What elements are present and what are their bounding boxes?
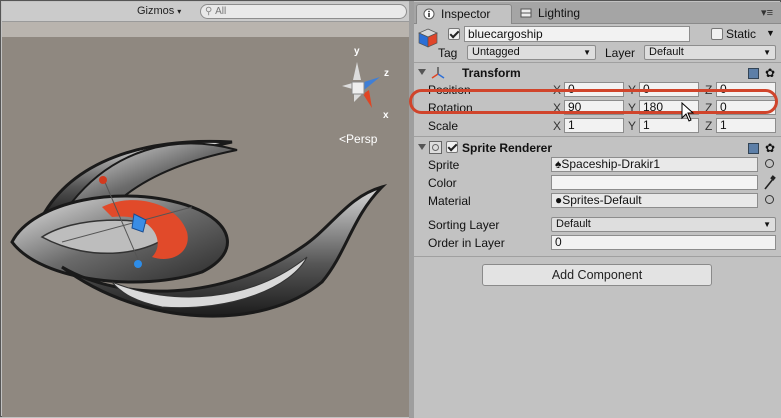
sprite-value: Spaceship-Drakir1 — [561, 157, 661, 171]
persp-toggle[interactable]: <Persp — [339, 132, 377, 146]
help-book-icon[interactable] — [747, 142, 759, 154]
object-active-checkbox[interactable] — [448, 28, 460, 40]
add-component-button[interactable]: Add Component — [482, 264, 712, 286]
scale-row: Scale X 1 Y 1 Z 1 — [414, 117, 781, 135]
tab-lighting[interactable]: Lighting — [514, 4, 594, 24]
gizmo-handle-red — [99, 176, 107, 184]
editor-window: y z x <Persp Gizmos▾ ⚲ Inspector Lightin… — [0, 0, 781, 418]
object-picker-icon[interactable] — [765, 195, 774, 204]
gizmo-handle-blue — [134, 260, 142, 268]
component-tools: ✿ — [747, 66, 775, 80]
sorting-layer-label: Sorting Layer — [428, 218, 500, 232]
sprite-object-field[interactable]: ♠Spaceship-Drakir1 — [551, 157, 758, 172]
component-separator — [414, 256, 781, 257]
axis-z-label: z — [384, 68, 389, 79]
gizmos-dropdown[interactable]: Gizmos ▾ — [137, 5, 181, 19]
order-in-layer-field[interactable]: 0 — [551, 235, 776, 250]
color-label: Color — [428, 176, 457, 190]
tab-lighting-label: Lighting — [538, 6, 581, 20]
transform-title: Transform — [462, 66, 521, 80]
material-row: Material ●Sprites-Default — [414, 192, 781, 210]
object-header: bluecargoship Static ▼ Tag Untagged ▼ Lay… — [414, 24, 781, 63]
tab-inspector-label: Inspector — [441, 7, 491, 21]
component-separator — [414, 136, 781, 137]
gear-icon[interactable]: ✿ — [765, 141, 775, 155]
help-book-icon[interactable] — [747, 67, 759, 79]
component-tools: ✿ — [747, 141, 775, 155]
rotation-highlight-annotation — [409, 89, 778, 114]
chevron-down-icon: ▼ — [583, 48, 591, 57]
tag-dropdown[interactable]: Untagged ▼ — [467, 45, 596, 60]
axis-y-label: y — [354, 46, 360, 57]
sprite-label: Sprite — [428, 158, 460, 172]
color-row: Color — [414, 174, 781, 192]
sorting-layer-value: Default — [556, 218, 591, 230]
object-picker-icon[interactable] — [765, 159, 774, 168]
sprite-row: Sprite ♠Spaceship-Drakir1 — [414, 156, 781, 174]
static-dropdown-arrow[interactable]: ▼ — [766, 28, 775, 38]
info-icon — [423, 8, 435, 20]
order-in-layer-label: Order in Layer — [428, 236, 505, 250]
sorting-layer-row: Sorting Layer Default ▼ — [414, 216, 781, 234]
scene-search-field[interactable]: ⚲ — [200, 4, 407, 19]
material-label: Material — [428, 194, 471, 208]
tab-inspector[interactable]: Inspector — [416, 4, 512, 24]
y-axis-label: Y — [628, 119, 637, 133]
inspector-panel: Inspector Lighting ▾≡ bluecargoship Stat… — [409, 2, 781, 417]
fold-arrow-icon[interactable] — [418, 144, 426, 150]
scene-toolbar: Gizmos ▾ ⚲ — [2, 2, 409, 22]
eyedropper-icon[interactable] — [763, 175, 776, 190]
material-object-field[interactable]: ●Sprites-Default — [551, 193, 758, 208]
order-in-layer-row: Order in Layer 0 — [414, 234, 781, 252]
panel-menu-icon[interactable]: ▾≡ — [761, 6, 773, 19]
sprite-renderer-header[interactable]: Sprite Renderer ✿ — [414, 139, 781, 157]
color-swatch[interactable] — [551, 175, 758, 190]
gear-icon[interactable]: ✿ — [765, 66, 775, 80]
transform-header[interactable]: Transform ✿ — [414, 64, 781, 82]
sprite-renderer-enabled-checkbox[interactable] — [446, 141, 458, 153]
tag-label: Tag — [438, 46, 458, 60]
scene-canvas[interactable] — [2, 2, 409, 417]
scale-z-field[interactable]: 1 — [716, 118, 776, 133]
fold-arrow-icon[interactable] — [418, 69, 426, 75]
search-icon: ⚲ — [205, 6, 213, 17]
gizmos-label: Gizmos — [137, 5, 175, 17]
z-axis-label: Z — [705, 119, 713, 133]
mouse-cursor-icon — [681, 102, 695, 122]
chevron-down-icon: ▼ — [763, 48, 771, 57]
material-value: Sprites-Default — [562, 193, 642, 207]
layer-value: Default — [649, 46, 684, 58]
scale-x-field[interactable]: 1 — [564, 118, 624, 133]
layer-label: Layer — [605, 46, 636, 60]
object-name-field[interactable]: bluecargoship — [464, 26, 690, 42]
sprite-renderer-icon — [429, 141, 442, 154]
static-checkbox[interactable] — [711, 28, 723, 40]
transform-axes-icon — [431, 67, 445, 79]
layer-dropdown[interactable]: Default ▼ — [644, 45, 776, 60]
static-label: Static — [726, 27, 757, 41]
tag-value: Untagged — [472, 46, 520, 58]
chevron-down-icon: ▾ — [177, 7, 182, 16]
x-axis-label: X — [553, 119, 562, 133]
chevron-down-icon: ▼ — [763, 220, 771, 229]
axis-x-label: x — [383, 110, 389, 121]
scene-toolbar-shadow — [2, 22, 409, 37]
scene-orientation-gizmo — [342, 62, 380, 108]
scene-search-input[interactable] — [215, 6, 386, 17]
sorting-layer-dropdown[interactable]: Default ▼ — [551, 217, 776, 232]
tab-bar: Inspector Lighting ▾≡ — [414, 2, 781, 24]
lighting-icon — [520, 8, 532, 18]
gameobject-cube-icon — [418, 28, 438, 48]
persp-label: Persp — [346, 132, 378, 146]
scale-label: Scale — [428, 119, 459, 133]
scene-view[interactable]: y z x <Persp Gizmos ▾ ⚲ — [2, 2, 409, 417]
sprite-renderer-title: Sprite Renderer — [462, 141, 553, 155]
